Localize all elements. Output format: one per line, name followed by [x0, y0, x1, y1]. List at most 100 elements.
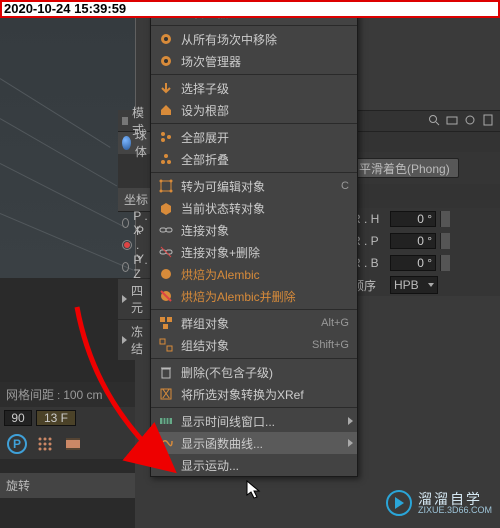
menu-label: 组结对象 [181, 337, 306, 354]
menu-item-fcurve[interactable]: 显示函数曲线... [151, 432, 357, 454]
group-icon [157, 314, 175, 332]
chevron-down-icon [428, 283, 434, 287]
play-icon[interactable]: P [6, 433, 28, 455]
chevron-right-icon [348, 439, 353, 447]
chevron-right-icon [348, 417, 353, 425]
menu-label: 将所选对象转换为XRef [181, 386, 351, 403]
bake-del-icon [157, 287, 175, 305]
target-icon[interactable] [464, 114, 478, 128]
mouse-cursor [246, 480, 264, 502]
right-panel: 平滑着色(Phong) R . H0 °R . P0 °R . B0 °顺序HP… [348, 110, 500, 296]
expander-label: 四元 [131, 282, 150, 316]
collapse-icon [157, 150, 175, 168]
dots-icon[interactable] [34, 433, 56, 455]
menu-label: 选择子级 [181, 80, 351, 97]
coord-input[interactable]: 0 ° [390, 233, 436, 249]
menu-item-cube[interactable]: 当前状态转对象 [151, 197, 357, 219]
order-row: 顺序HPB [348, 274, 500, 296]
spinner-icon[interactable] [440, 233, 450, 249]
anim-radio[interactable] [122, 240, 132, 250]
coord-row: P . Z [118, 256, 154, 278]
menu-label: 显示运动... [181, 457, 351, 474]
coord-row-r: R . H0 ° [348, 208, 500, 230]
menu-item-home[interactable]: 设为根部 [151, 99, 357, 121]
link-del-icon [157, 243, 175, 261]
frame-start[interactable]: 90 [4, 410, 32, 426]
menu-item-motion[interactable]: 显示运动... [151, 454, 357, 476]
menu-item-expand[interactable]: 全部展开 [151, 126, 357, 148]
gear-orange-icon [157, 52, 175, 70]
delete-icon [157, 363, 175, 381]
doc-icon[interactable] [482, 114, 496, 128]
link-icon [157, 221, 175, 239]
menu-label: 全部展开 [181, 129, 351, 146]
sphere-icon [122, 136, 131, 150]
menu-label: 连接对象+删除 [181, 244, 351, 261]
watermark-text-en: ZIXUE.3D66.COM [418, 506, 492, 515]
menu-item-link-del[interactable]: 连接对象+删除 [151, 241, 357, 263]
menu-item-arrow-down[interactable]: 选择子级 [151, 77, 357, 99]
menu-label: 烘焙为Alembic [181, 266, 351, 283]
expand-icon [157, 128, 175, 146]
gear-orange-icon [157, 30, 175, 48]
menu-item-xref[interactable]: X 将所选对象转换为XRef [151, 383, 357, 405]
bake-icon [157, 265, 175, 283]
timeline-icon [157, 412, 175, 430]
grid-distance-label: 网格间距 : 100 cm [0, 382, 135, 407]
fcurve-icon [157, 434, 175, 452]
svg-text:X: X [162, 387, 170, 401]
menu-item-bake-del[interactable]: 烘焙为Alembic并删除 [151, 285, 357, 307]
menu-item-group[interactable]: 群组对象 Alt+G [151, 312, 357, 334]
watermark-play-icon [386, 490, 412, 516]
menu-label: 转为可编辑对象 [181, 178, 335, 195]
bottom-bar: 网格间距 : 100 cm 90 13 F P 旋转 [0, 382, 135, 498]
menu-label: 删除(不包含子级) [181, 364, 351, 381]
expander-freeze[interactable]: 冻结 [118, 319, 154, 360]
watermark-text-cn: 溜溜自学 [418, 492, 492, 506]
menu-item-gear-orange[interactable]: 从所有场次中移除 [151, 28, 357, 50]
frame-current[interactable]: 13 F [36, 410, 76, 426]
menu-label: 群组对象 [181, 315, 315, 332]
folder-icon[interactable] [446, 114, 460, 128]
menu-label: 从所有场次中移除 [181, 31, 351, 48]
anim-radio[interactable] [122, 262, 129, 272]
left-inspector: 模式 球体 坐标 P . XP . YP . Z 四元 冻结 [118, 110, 154, 360]
convert-icon [157, 177, 175, 195]
menu-item-convert[interactable]: 转为可编辑对象 C [151, 175, 357, 197]
menu-item-link[interactable]: 连接对象 [151, 219, 357, 241]
svg-text:P: P [13, 437, 21, 451]
menu-item-gear-orange[interactable]: 场次管理器 [151, 50, 357, 72]
search-icon[interactable] [428, 114, 442, 128]
menu-shortcut: C [341, 180, 351, 192]
phong-button[interactable]: 平滑着色(Phong) [350, 158, 459, 178]
cube-icon [157, 199, 175, 217]
menu-item-timeline[interactable]: 显示时间线窗口... [151, 410, 357, 432]
coord-input[interactable]: 0 ° [390, 211, 436, 227]
timestamp-bar: 2020-10-24 15:39:59 [0, 0, 500, 18]
spinner-icon[interactable] [440, 211, 450, 227]
menu-label: 全部折叠 [181, 151, 351, 168]
coord-row-r: R . B0 ° [348, 252, 500, 274]
anim-radio[interactable] [122, 218, 129, 228]
order-dropdown[interactable]: HPB [390, 276, 438, 294]
menu-item-collapse[interactable]: 全部折叠 [151, 148, 357, 170]
menu-label: 显示时间线窗口... [181, 413, 351, 430]
menu-label: 设为根部 [181, 102, 351, 119]
menu-label: 烘焙为Alembic并删除 [181, 288, 351, 305]
arrow-down-icon [157, 79, 175, 97]
film-icon[interactable] [62, 433, 84, 455]
expander-quaternion[interactable]: 四元 [118, 278, 154, 319]
watermark: 溜溜自学 ZIXUE.3D66.COM [386, 490, 492, 516]
object-name: 球体 [135, 126, 150, 160]
panel-icon-row [348, 110, 500, 132]
menu-item-bake[interactable]: 烘焙为Alembic [151, 263, 357, 285]
spinner-icon[interactable] [440, 255, 450, 271]
context-menu: 选管理器...Shift+F4从所有场次中移除场次管理器选择子级设为根部全部展开… [150, 0, 358, 477]
home-icon [157, 101, 175, 119]
menu-label: 连接对象 [181, 222, 351, 239]
menu-item-delete[interactable]: 删除(不包含子级) [151, 361, 357, 383]
menu-item-ungroup[interactable]: 组结对象Shift+G [151, 334, 357, 356]
coord-input[interactable]: 0 ° [390, 255, 436, 271]
menu-shortcut: Alt+G [321, 317, 351, 329]
xref-icon: X [157, 385, 175, 403]
